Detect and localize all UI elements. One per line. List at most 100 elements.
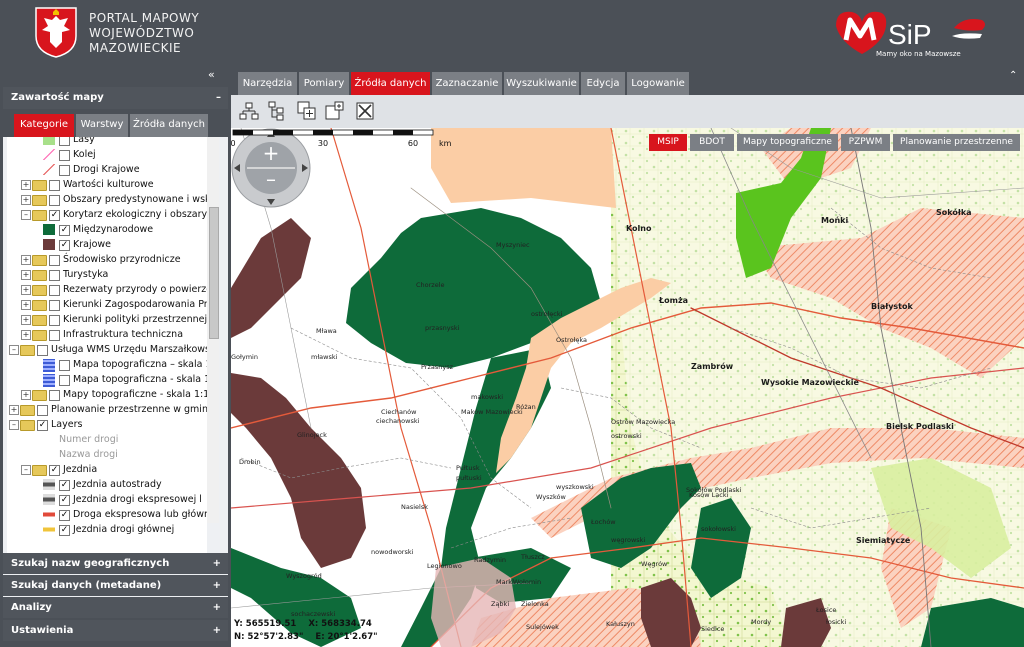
tree-item[interactable]: ✓ Jezdnia autostrady	[7, 478, 207, 492]
accordion-szukaj-danych[interactable]: Szukaj danych (metadane) +	[3, 575, 228, 596]
tree-item[interactable]: Nazwa drogi	[7, 448, 207, 462]
expand-node-icon[interactable]: +	[21, 195, 31, 205]
layer-checkbox[interactable]	[49, 255, 60, 266]
tree-item[interactable]: Lasy	[7, 137, 207, 147]
tab-edycja[interactable]: Edycja	[581, 72, 625, 95]
layer-checkbox[interactable]	[49, 270, 60, 281]
tree-expand-icon[interactable]	[267, 101, 287, 121]
layer-checkbox[interactable]: ✓	[49, 210, 60, 221]
tree-item[interactable]: + Infrastruktura techniczna	[7, 328, 207, 342]
tree-item[interactable]: + Wartości kulturowe	[7, 178, 207, 192]
tree-item[interactable]: Mapa topograficzna – skala 1:	[7, 358, 207, 372]
tab-zaznaczanie[interactable]: Zaznaczanie	[432, 72, 502, 95]
map-canvas[interactable]: MSIP BDOT Mapy topograficzne PZPWM Plano…	[231, 128, 1024, 647]
tree-vertical-scrollbar[interactable]	[207, 137, 219, 523]
tree-item[interactable]: + Mapy topograficzne - skala 1:1	[7, 388, 207, 402]
expand-node-icon[interactable]: +	[21, 180, 31, 190]
layer-button-pzpwm[interactable]: PZPWM	[841, 134, 890, 151]
collapse-node-icon[interactable]: –	[9, 345, 19, 355]
accordion-szukaj-nazw[interactable]: Szukaj nazw geograficznych +	[3, 553, 228, 574]
expand-icon[interactable]: +	[213, 620, 221, 641]
accordion-ustawienia[interactable]: Ustawienia +	[3, 620, 228, 641]
tree-item[interactable]: ✓ Międzynarodowe	[7, 223, 207, 237]
tab-zrodla-danych-main[interactable]: Źródła danych	[351, 72, 430, 95]
tree-item[interactable]: ✓ Jezdnia drogi głównej	[7, 523, 207, 537]
expand-node-icon[interactable]: +	[21, 270, 31, 280]
layer-checkbox[interactable]: ✓	[37, 420, 48, 431]
layer-checkbox[interactable]: ✓	[59, 510, 70, 521]
expand-node-icon[interactable]: +	[21, 255, 31, 265]
tree-item[interactable]: ✓ Jezdnia drogi ekspresowej l	[7, 493, 207, 507]
expand-node-icon[interactable]: +	[21, 285, 31, 295]
expand-icon[interactable]: +	[213, 597, 221, 618]
layer-checkbox[interactable]	[59, 360, 70, 371]
layer-checkbox[interactable]: ✓	[49, 465, 60, 476]
layer-checkbox[interactable]	[49, 300, 60, 311]
tree-item[interactable]: – ✓ Layers	[7, 418, 207, 432]
collapse-node-icon[interactable]: –	[9, 420, 19, 430]
tab-zrodla-danych[interactable]: Źródła danych	[130, 114, 208, 137]
remove-layer-icon[interactable]	[355, 101, 375, 121]
tree-collapse-icon[interactable]	[239, 101, 259, 121]
tree-item[interactable]: + Planowanie przestrzenne w gmina	[7, 403, 207, 417]
tree-item[interactable]: ✓ Droga ekspresowa lub główn	[7, 508, 207, 522]
layer-checkbox[interactable]	[49, 330, 60, 341]
layer-checkbox[interactable]	[59, 137, 70, 146]
layer-checkbox[interactable]	[59, 150, 70, 161]
layer-checkbox[interactable]	[49, 180, 60, 191]
tab-kategorie[interactable]: Kategorie	[14, 114, 74, 137]
expand-icon[interactable]: +	[213, 553, 221, 574]
tree-item[interactable]: Numer drogi	[7, 433, 207, 447]
tree-item[interactable]: – ✓ Korytarz ekologiczny i obszary	[7, 208, 207, 222]
collapse-node-icon[interactable]: –	[21, 210, 31, 220]
collapse-section-icon[interactable]: –	[216, 87, 221, 109]
expand-icon[interactable]: +	[213, 575, 221, 596]
layer-checkbox[interactable]: ✓	[59, 240, 70, 251]
expand-node-icon[interactable]: +	[9, 405, 19, 415]
layer-checkbox[interactable]: ✓	[59, 495, 70, 506]
tree-item[interactable]: + Rezerwaty przyrody o powierzc	[7, 283, 207, 297]
expand-node-icon[interactable]: +	[21, 330, 31, 340]
layer-checkbox[interactable]	[49, 315, 60, 326]
layer-checkbox[interactable]	[49, 285, 60, 296]
tab-pomiary[interactable]: Pomiary	[299, 72, 349, 95]
tab-narzedzia[interactable]: Narzędzia	[238, 72, 297, 95]
layer-checkbox[interactable]: ✓	[59, 480, 70, 491]
tab-wyszukiwanie[interactable]: Wyszukiwanie	[504, 72, 579, 95]
expand-node-icon[interactable]: +	[21, 315, 31, 325]
add-service-icon[interactable]	[325, 101, 345, 121]
layer-button-planowanie-przestrzenne[interactable]: Planowanie przestrzenne	[893, 134, 1020, 151]
tree-item[interactable]: + Środowisko przyrodnicze	[7, 253, 207, 267]
tab-warstwy[interactable]: Warstwy	[76, 114, 128, 137]
layer-checkbox[interactable]: ✓	[59, 525, 70, 536]
tree-item[interactable]: Kolej	[7, 148, 207, 162]
tree-vertical-scroll-thumb[interactable]	[209, 207, 219, 339]
accordion-analizy[interactable]: Analizy +	[3, 597, 228, 618]
add-layer-icon[interactable]	[297, 101, 317, 121]
tree-item[interactable]: + Kierunki Zagospodarowania Prz	[7, 298, 207, 312]
layer-button-msip[interactable]: MSIP	[649, 134, 687, 151]
layer-button-bdot[interactable]: BDOT	[690, 134, 734, 151]
expand-node-icon[interactable]: +	[21, 300, 31, 310]
map-content-header[interactable]: Zawartość mapy –	[3, 87, 228, 109]
layer-checkbox[interactable]	[37, 345, 48, 356]
layer-checkbox[interactable]	[49, 195, 60, 206]
tree-item[interactable]: Mapa topograficzna - skala 1:5	[7, 373, 207, 387]
tree-item[interactable]: + Turystyka	[7, 268, 207, 282]
tree-item[interactable]: + Obszary predystynowane i wsk	[7, 193, 207, 207]
layer-button-mapy-topograficzne[interactable]: Mapy topograficzne	[737, 134, 838, 151]
layer-checkbox[interactable]	[49, 390, 60, 401]
expand-node-icon[interactable]: +	[21, 390, 31, 400]
layer-checkbox[interactable]	[37, 405, 48, 416]
collapse-toolbar-icon[interactable]: ⌃	[1009, 70, 1017, 81]
tree-item[interactable]: ✓ Krajowe	[7, 238, 207, 252]
tree-item[interactable]: + Kierunki polityki przestrzennej	[7, 313, 207, 327]
zoom-out-icon[interactable]: –	[266, 167, 276, 191]
tab-logowanie[interactable]: Logowanie	[627, 72, 689, 95]
layer-checkbox[interactable]: ✓	[59, 225, 70, 236]
collapse-panel-button[interactable]: «	[208, 68, 215, 81]
collapse-node-icon[interactable]: –	[21, 465, 31, 475]
layer-checkbox[interactable]	[59, 165, 70, 176]
layer-checkbox[interactable]	[59, 375, 70, 386]
tree-item[interactable]: – Usługa WMS Urzędu Marszałkowsk	[7, 343, 207, 357]
